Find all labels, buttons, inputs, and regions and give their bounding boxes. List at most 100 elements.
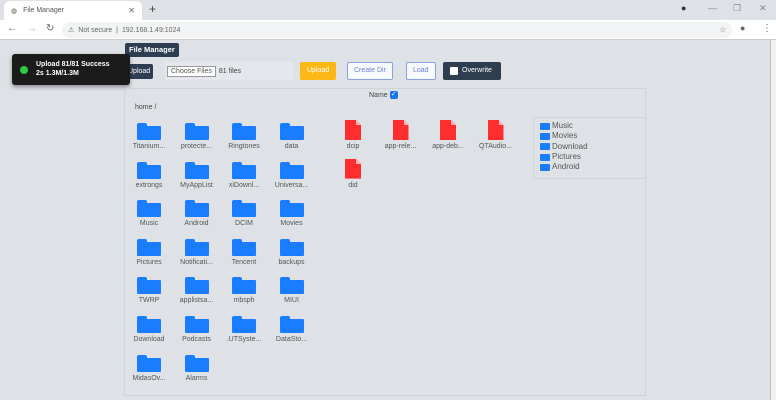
- scrollbar[interactable]: [770, 40, 776, 400]
- overwrite-toggle[interactable]: Overwrite: [443, 62, 501, 80]
- quick-access-label: Movies: [552, 131, 578, 141]
- url-text: 192.168.1.49:1024: [121, 26, 181, 34]
- folder-icon: [540, 122, 550, 130]
- upload-button[interactable]: Upload: [300, 62, 337, 80]
- folder-name: data: [284, 143, 299, 150]
- folder-item[interactable]: DCIM: [221, 200, 267, 227]
- folder-icon: [137, 316, 161, 333]
- address-bar-row: ← → ↻ ⚠ Not secure | 192.168.1.49:1024 ☆ ● ⋮: [0, 20, 776, 40]
- folder-item[interactable]: Ringtones: [221, 123, 267, 150]
- minimize-button[interactable]: —: [708, 3, 717, 13]
- folder-icon: [184, 277, 209, 295]
- upload-toast: Upload 81/81 Success 2s 1.3M/1.3M: [12, 54, 130, 85]
- folder-icon: [137, 238, 161, 256]
- forward-icon[interactable]: →: [27, 23, 37, 34]
- folder-item[interactable]: data: [269, 123, 315, 150]
- folder-item[interactable]: Music: [126, 200, 172, 227]
- folder-name: xiDownl...: [228, 181, 260, 189]
- new-tab-button[interactable]: +: [149, 2, 156, 16]
- file-item[interactable]: QTAudio...: [473, 120, 519, 150]
- folder-item[interactable]: Movies: [269, 200, 315, 227]
- folder-item[interactable]: xiDownl...: [221, 161, 267, 189]
- folder-icon: [232, 161, 256, 179]
- quick-access-item[interactable]: Music: [540, 121, 639, 131]
- folder-item[interactable]: extrongs: [126, 161, 172, 189]
- folder-item[interactable]: MIUI: [269, 277, 315, 304]
- breadcrumb[interactable]: home /: [135, 104, 156, 111]
- folder-name: protecte...: [180, 143, 213, 150]
- quick-access-item[interactable]: Android: [540, 162, 639, 172]
- folder-name: MidasOv...: [132, 374, 166, 382]
- name-sort[interactable]: Name ✓: [369, 91, 398, 99]
- folder-name: extrongs: [135, 181, 163, 189]
- folder-item[interactable]: MidasOv...: [126, 354, 172, 382]
- url-bar[interactable]: ⚠ Not secure | 192.168.1.49:1024 ☆: [62, 22, 732, 38]
- file-item[interactable]: app-rele...: [378, 120, 424, 150]
- folder-item[interactable]: Tencent: [221, 238, 267, 266]
- close-tab-icon[interactable]: ✕: [128, 6, 135, 15]
- folder-name: Universa...: [274, 181, 309, 189]
- menu-icon[interactable]: ⋮: [762, 23, 772, 34]
- folder-item[interactable]: Android: [174, 200, 220, 227]
- file-item[interactable]: dcip: [330, 120, 376, 150]
- folder-icon: [540, 153, 550, 161]
- folder-name: Notificati...: [180, 258, 213, 266]
- file-item[interactable]: did: [330, 158, 376, 189]
- quick-access-label: Pictures: [552, 151, 581, 161]
- file-icon: [345, 158, 361, 179]
- folder-name: Ringtones: [228, 143, 260, 150]
- folder-item[interactable]: DataSto...: [269, 316, 315, 343]
- quick-access-label: Download: [552, 141, 588, 151]
- overwrite-label: Overwrite: [462, 67, 492, 74]
- folder-name: applistsa...: [179, 297, 214, 305]
- quick-access-item[interactable]: Download: [540, 142, 639, 152]
- folder-item[interactable]: TWRP: [126, 277, 172, 304]
- browser-tab[interactable]: ◍ File Manager ✕: [4, 1, 142, 20]
- folder-icon: [232, 277, 256, 295]
- folder-icon: [540, 163, 550, 171]
- quick-access-item[interactable]: Movies: [540, 131, 639, 141]
- folder-item[interactable]: backups: [269, 238, 315, 266]
- folder-icon: [279, 238, 304, 256]
- file-input[interactable]: Choose Files 81 files: [165, 62, 293, 80]
- folder-item[interactable]: Universa...: [269, 161, 315, 189]
- quick-access-item[interactable]: Pictures: [540, 152, 639, 162]
- folder-icon: [540, 143, 550, 151]
- folder-item[interactable]: Pictures: [126, 238, 172, 266]
- close-window-button[interactable]: ✕: [759, 3, 767, 14]
- choose-files-button[interactable]: Choose Files: [167, 65, 216, 77]
- folder-name: Titanium...: [132, 143, 166, 150]
- folder-item[interactable]: MyAppList: [174, 161, 220, 189]
- folder-item[interactable]: mbsph: [221, 277, 267, 304]
- folder-name: Tencent: [231, 258, 257, 266]
- folder-item[interactable]: applistsa...: [174, 277, 220, 304]
- load-button[interactable]: Load: [406, 62, 436, 80]
- folder-icon: [137, 161, 161, 179]
- not-secure-label: Not secure: [78, 26, 113, 34]
- folder-item[interactable]: Podcasts: [174, 316, 220, 343]
- maximize-button[interactable]: ❐: [733, 3, 741, 14]
- folder-item[interactable]: protecte...: [174, 123, 220, 150]
- extension-icon[interactable]: ●: [681, 3, 686, 13]
- reload-icon[interactable]: ↻: [46, 23, 54, 34]
- folder-name: DataSto...: [275, 336, 308, 343]
- folder-item[interactable]: .UTSyste...: [221, 316, 267, 343]
- separator: |: [116, 26, 118, 34]
- folder-icon: [137, 277, 161, 295]
- folder-item[interactable]: Notificati...: [174, 238, 220, 266]
- folder-item[interactable]: Alarms: [174, 354, 220, 382]
- folder-name: Music: [139, 220, 159, 228]
- bookmark-star-icon[interactable]: ☆: [720, 26, 726, 34]
- profile-icon[interactable]: ●: [740, 23, 745, 33]
- overwrite-checkbox[interactable]: [450, 67, 458, 75]
- file-item[interactable]: app-deb...: [425, 120, 471, 150]
- folder-item[interactable]: Titanium...: [126, 123, 172, 150]
- folder-icon: [184, 238, 209, 256]
- name-checkbox[interactable]: ✓: [389, 91, 398, 99]
- back-icon[interactable]: ←: [7, 23, 17, 34]
- file-name: did: [348, 181, 358, 189]
- folder-item[interactable]: Download: [126, 316, 172, 343]
- folder-name: TWRP: [138, 297, 160, 305]
- folder-name: MIUI: [284, 297, 299, 305]
- create-dir-button[interactable]: Create Dir: [347, 62, 393, 80]
